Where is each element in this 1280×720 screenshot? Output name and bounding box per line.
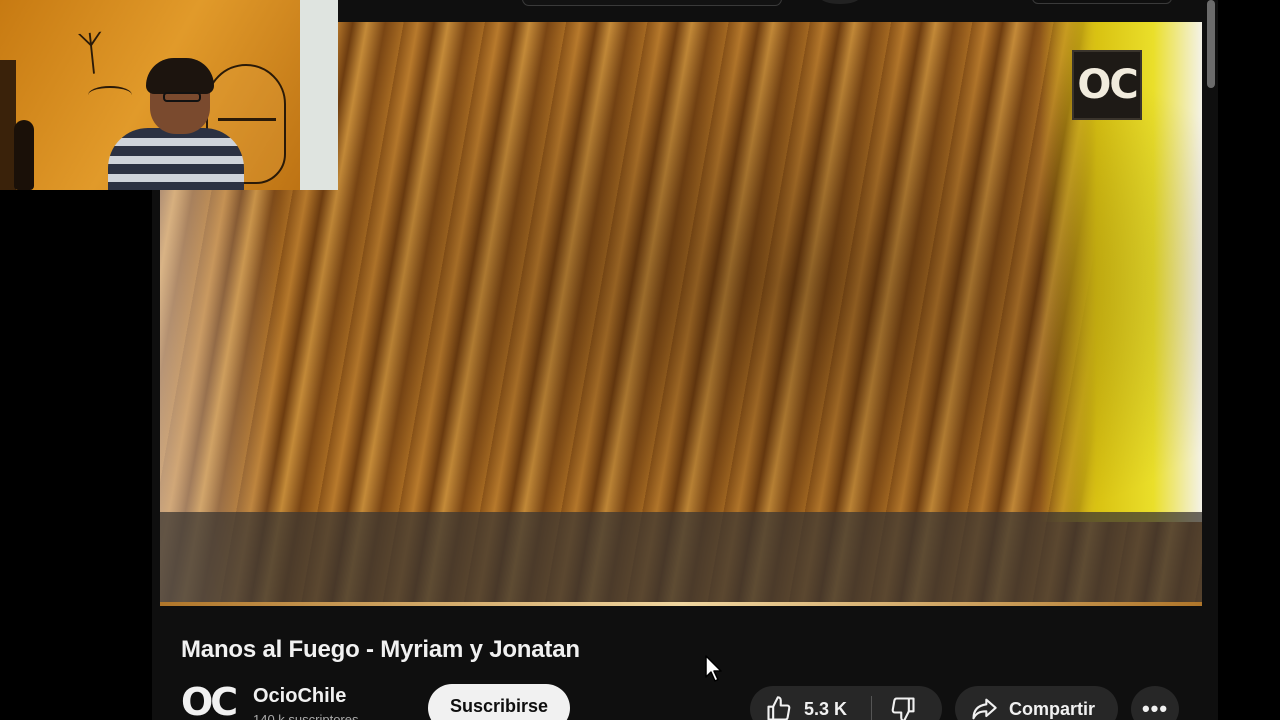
wall-symbol-icon: ᛉ bbox=[75, 24, 109, 82]
video-title: Manos al Fuego - Myriam y Jonatan bbox=[181, 636, 580, 663]
video-controls-band bbox=[160, 512, 1202, 604]
thumbs-down-icon bbox=[888, 695, 918, 720]
share-arrow-icon bbox=[969, 695, 999, 720]
screen: OC ᛉ Manos al Fuego - Myriam y Jonatan O… bbox=[0, 0, 1280, 720]
scrollbar-thumb[interactable] bbox=[1207, 0, 1215, 88]
thumbs-up-icon bbox=[764, 695, 794, 720]
search-box[interactable] bbox=[522, 0, 782, 6]
webcam-overlay: ᛉ bbox=[0, 0, 338, 190]
channel-name[interactable]: OcioChile bbox=[253, 685, 346, 708]
person-glasses bbox=[163, 92, 201, 102]
like-count: 5.3 K bbox=[804, 698, 848, 719]
channel-watermark[interactable]: OC bbox=[1072, 50, 1142, 120]
subscriber-count: 140 k suscriptores bbox=[253, 712, 359, 720]
person-sweater bbox=[108, 128, 244, 190]
like-divider bbox=[871, 696, 872, 720]
like-button[interactable]: 5.3 K bbox=[750, 686, 870, 720]
voice-search-button[interactable] bbox=[820, 0, 860, 4]
mural-eyes-drawing bbox=[218, 118, 276, 128]
topbar-pill-button[interactable] bbox=[1032, 0, 1172, 4]
mouse-pointer-icon bbox=[704, 655, 724, 683]
like-dislike-group: 5.3 K bbox=[750, 686, 942, 720]
video-progress-bar[interactable] bbox=[160, 602, 1202, 606]
channel-avatar[interactable]: OC bbox=[181, 682, 238, 720]
scrollbar-track[interactable] bbox=[1204, 0, 1218, 720]
wall-wave-drawing bbox=[88, 86, 132, 104]
share-label: Compartir bbox=[1009, 698, 1096, 719]
person-hair bbox=[146, 58, 214, 94]
subscribe-button[interactable]: Suscribirse bbox=[428, 684, 570, 720]
more-horizontal-icon: ••• bbox=[1141, 696, 1169, 720]
guitar-shape bbox=[14, 120, 34, 190]
dislike-button[interactable] bbox=[874, 686, 942, 720]
webcam-white-wall bbox=[300, 0, 338, 190]
share-button[interactable]: Compartir bbox=[955, 686, 1118, 720]
